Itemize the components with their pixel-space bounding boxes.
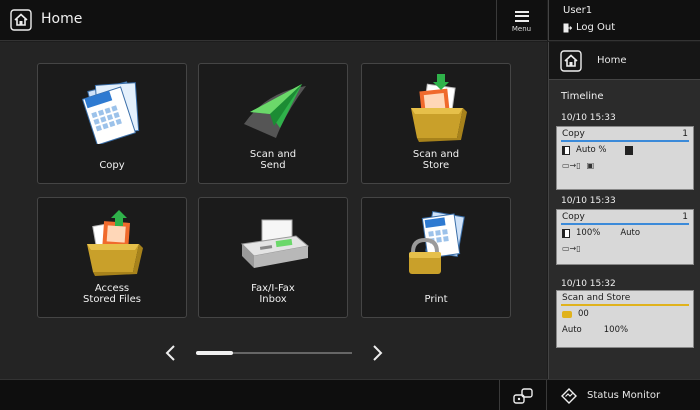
- sidebar-home-label: Home: [597, 55, 627, 66]
- timeline-time: 10/10 15:33: [561, 196, 616, 206]
- timeline-time: 10/10 15:33: [561, 113, 616, 123]
- status-monitor-label: Status Monitor: [587, 390, 661, 401]
- sidebar-home-button[interactable]: Home: [549, 42, 700, 80]
- duplex-icon: ▭→▯: [562, 244, 581, 253]
- menu-icon: [514, 10, 529, 22]
- timeline-card-scan-and-store[interactable]: Scan and Store 00 Auto 100%: [556, 290, 694, 348]
- user-panel: User1 Log Out: [548, 0, 700, 41]
- job-setting: Auto: [620, 228, 641, 238]
- stored-files-icon: [87, 210, 143, 276]
- tile-scan-and-store[interactable]: Scan and Store: [361, 63, 511, 184]
- tile-scan-and-store-label: Scan and Store: [412, 149, 460, 171]
- main-area: Copy Scan and Send Scan and Store Access…: [0, 42, 547, 379]
- fax-machine-icon: [240, 219, 310, 268]
- logout-label: Log Out: [576, 22, 616, 33]
- mailbox-number: 00: [578, 309, 589, 319]
- tile-scan-and-send[interactable]: Scan and Send: [198, 63, 348, 184]
- page-indicator-thumb: [196, 351, 234, 355]
- single-sided-icon: [562, 228, 570, 238]
- timeline-time: 10/10 15:32: [561, 279, 616, 289]
- print-lock-icon: [409, 210, 465, 274]
- tile-print-label: Print: [424, 294, 448, 305]
- logout-icon: [563, 23, 572, 32]
- job-count: 1: [682, 212, 688, 222]
- home-icon[interactable]: [8, 8, 34, 32]
- timeline-card-copy-1[interactable]: Copy 1 Auto % ▭→▯ ▣: [556, 126, 694, 190]
- duplex-icon: ▭→▯: [562, 161, 581, 170]
- page-title: Home: [41, 11, 83, 27]
- home-icon: [560, 50, 582, 72]
- job-name: Copy: [562, 212, 585, 222]
- storage-box-icon: [411, 74, 467, 142]
- copy-icon: [81, 81, 140, 144]
- job-setting: 100%: [576, 228, 601, 238]
- tile-copy[interactable]: Copy: [37, 63, 187, 184]
- username: User1: [563, 5, 593, 16]
- chevron-left-icon[interactable]: [164, 344, 178, 362]
- chevron-right-icon[interactable]: [370, 344, 384, 362]
- bottom-bar: Status Monitor: [0, 379, 700, 410]
- network-button[interactable]: [499, 380, 547, 410]
- mailbox-icon: [562, 310, 572, 318]
- tile-scan-and-send-label: Scan and Send: [249, 149, 297, 171]
- status-monitor-button[interactable]: Status Monitor: [548, 380, 700, 410]
- job-setting: 100%: [603, 325, 629, 335]
- tile-access-stored-files-label: Access Stored Files: [83, 283, 141, 305]
- timeline-title: Timeline: [561, 91, 604, 102]
- color-mode-icon: [624, 145, 633, 155]
- paper-plane-icon: [244, 84, 306, 138]
- tile-fax-inbox[interactable]: Fax/I-Fax Inbox: [198, 197, 348, 318]
- menu-label: Menu: [511, 24, 532, 33]
- status-monitor-icon: [561, 387, 577, 404]
- timeline-card-copy-2[interactable]: Copy 1 100% Auto ▭→▯: [556, 209, 694, 265]
- network-icon: [513, 387, 533, 404]
- single-sided-icon: [562, 145, 570, 155]
- tile-fax-inbox-label: Fax/I-Fax Inbox: [251, 283, 295, 305]
- logout-button[interactable]: Log Out: [563, 22, 615, 33]
- job-count: 1: [682, 129, 688, 139]
- tile-access-stored-files[interactable]: Access Stored Files: [37, 197, 187, 318]
- menu-button[interactable]: Menu: [496, 0, 546, 41]
- page-indicator: [196, 351, 352, 355]
- tile-copy-label: Copy: [99, 160, 125, 171]
- job-name: Scan and Store: [562, 293, 631, 303]
- job-setting: Auto: [562, 325, 582, 335]
- tile-print[interactable]: Print: [361, 197, 511, 318]
- top-bar: Home Menu: [0, 0, 547, 41]
- finishing-icon: ▣: [586, 161, 595, 170]
- job-name: Copy: [562, 129, 585, 139]
- job-setting: Auto %: [576, 145, 607, 155]
